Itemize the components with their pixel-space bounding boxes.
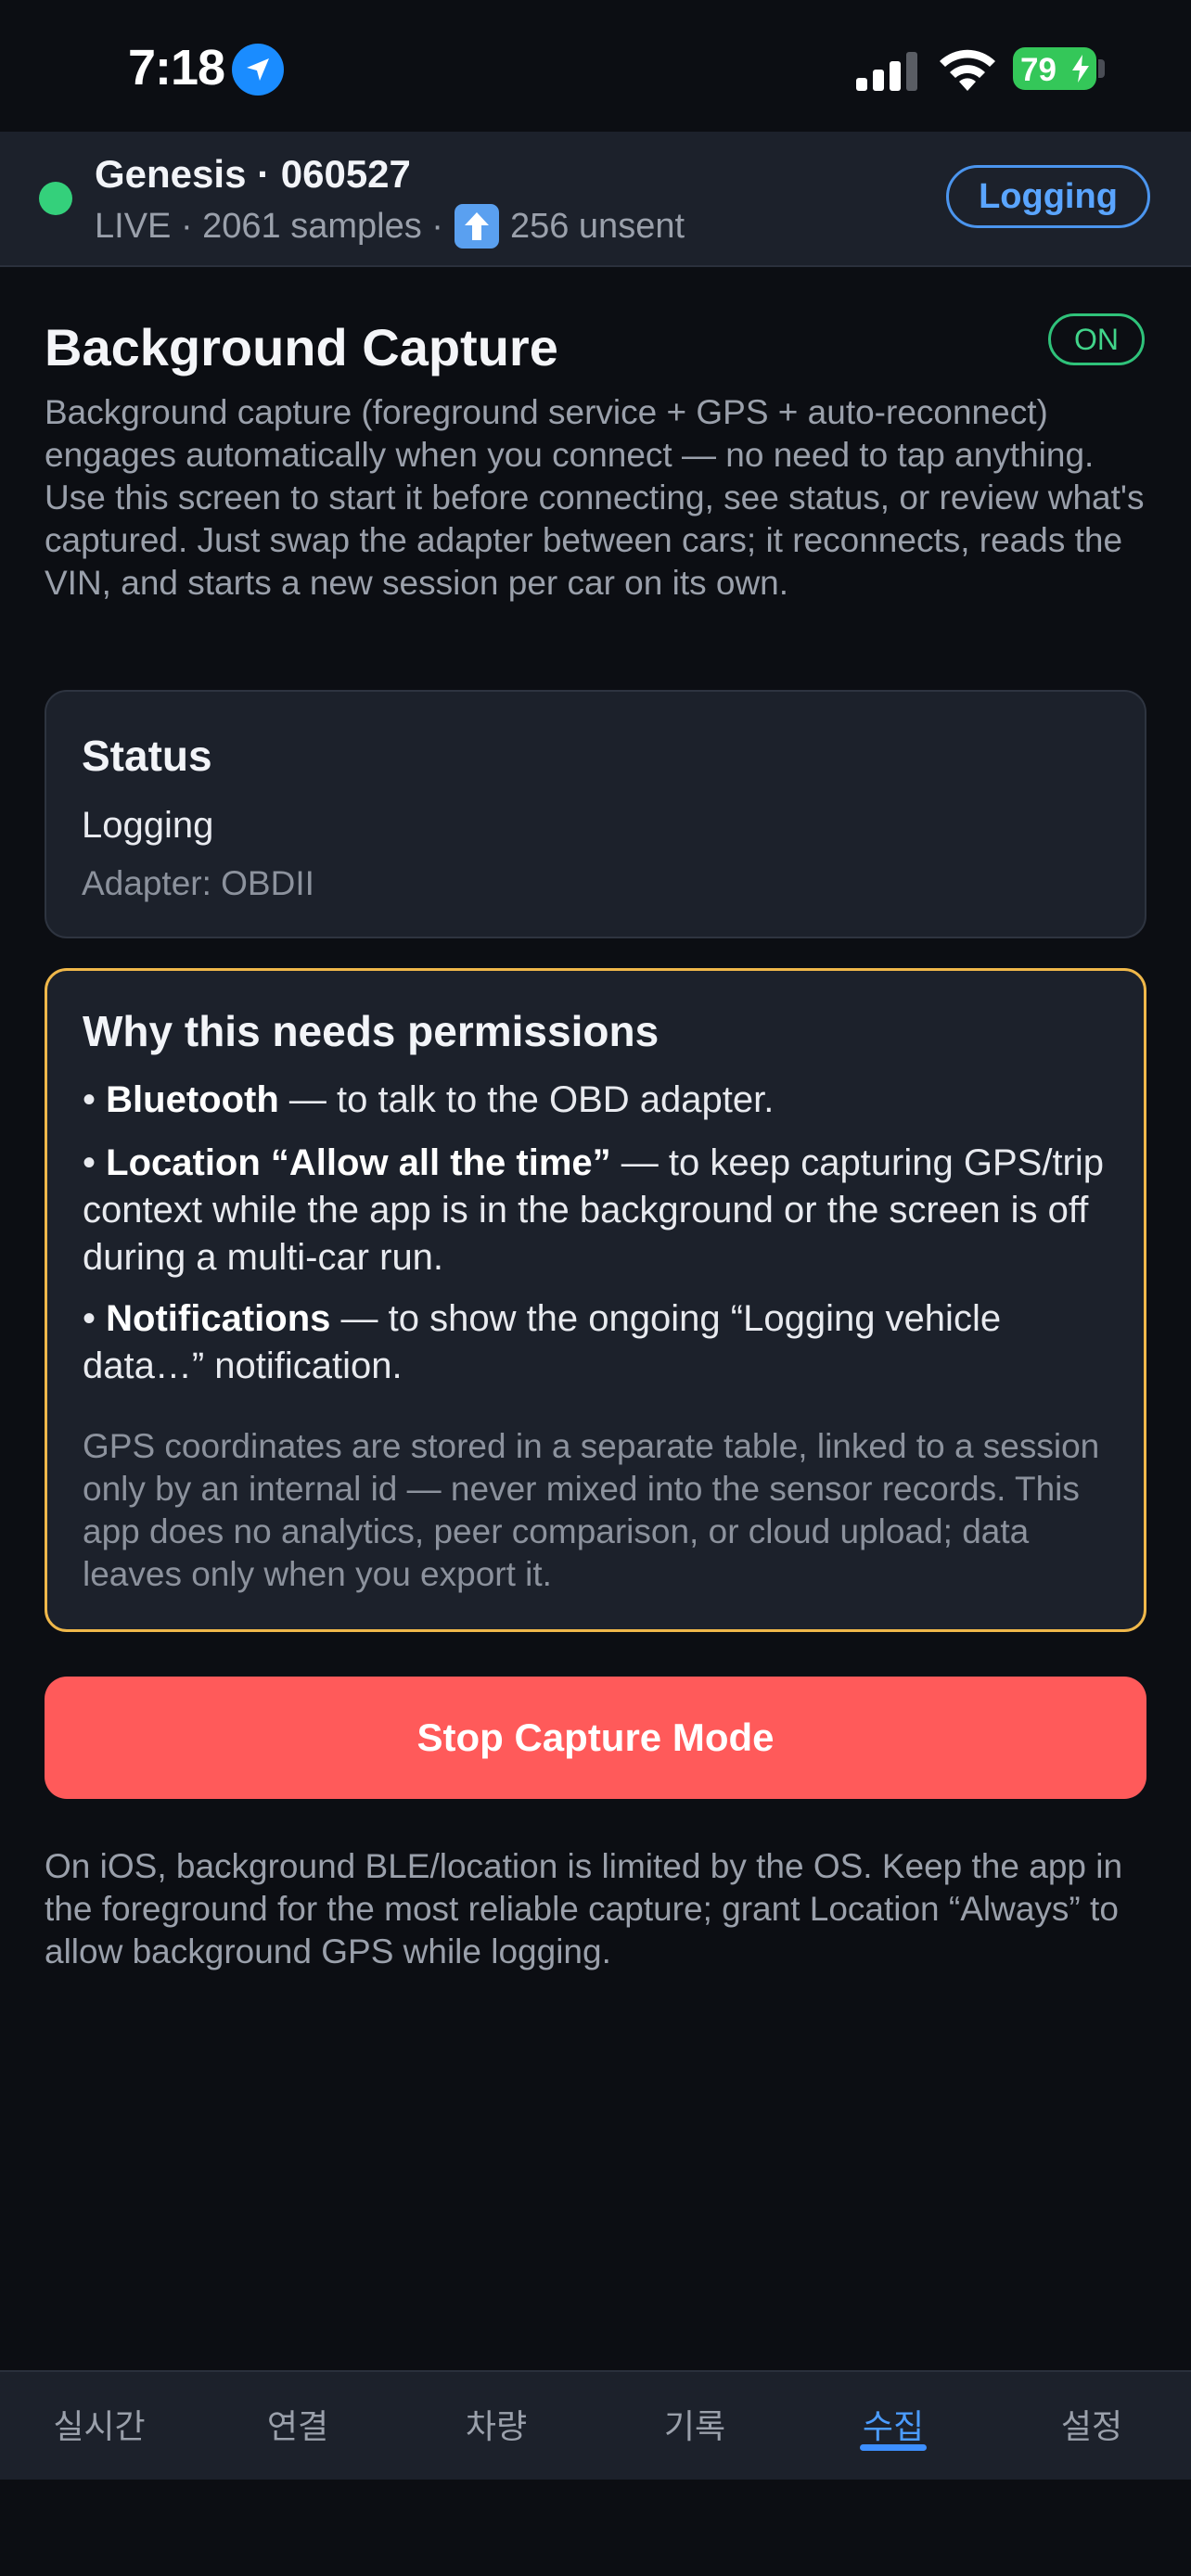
connection-status-dot (39, 182, 72, 215)
unsent-count: 256 unsent (509, 206, 685, 246)
tab-history[interactable]: 기록 (596, 2400, 794, 2448)
stop-capture-button[interactable]: Stop Capture Mode (45, 1677, 1146, 1799)
connection-header: Genesis · 060527 LIVE · 2061 samples · 2… (0, 132, 1191, 267)
home-indicator-area (0, 2480, 1191, 2576)
status-card: Status Logging Adapter: OBDII (45, 690, 1146, 938)
tab-vehicle[interactable]: 차량 (397, 2400, 596, 2448)
tab-connection[interactable]: 연결 (198, 2400, 397, 2448)
live-sample-count: LIVE · 2061 samples · (95, 206, 443, 246)
permission-name: Notifications (106, 1298, 331, 1339)
bottom-tab-bar: 실시간 연결 차량 기록 수집 설정 (0, 2370, 1191, 2480)
status-bar: 7:18 79 (0, 0, 1191, 132)
status-value: Logging (82, 805, 214, 846)
permission-desc: — to talk to the OBD adapter. (278, 1079, 775, 1120)
battery-level: 79 (1020, 52, 1057, 88)
connection-subtitle: LIVE · 2061 samples · 256 unsent (95, 204, 685, 249)
permissions-title: Why this needs permissions (83, 1007, 660, 1055)
permission-name: Location “Allow all the time” (106, 1142, 611, 1183)
ios-limitation-note: On iOS, background BLE/location is limit… (45, 1847, 1123, 1970)
permission-item-location: • Location “Allow all the time” — to kee… (83, 1142, 1105, 1278)
intro-text: Background capture (foreground service +… (45, 393, 1145, 602)
privacy-note: GPS coordinates are stored in a separate… (83, 1427, 1100, 1593)
battery-tip (1098, 59, 1105, 78)
status-card-title: Status (82, 732, 212, 780)
battery-charging-icon: 79 (1013, 47, 1096, 90)
vehicle-title: Genesis · 060527 (95, 152, 411, 196)
status-badge: ON (1048, 313, 1145, 365)
permissions-card: Why this needs permissions • Bluetooth —… (45, 968, 1146, 1632)
location-arrow-icon (232, 44, 284, 96)
page-title: Background Capture (45, 318, 558, 376)
tab-settings[interactable]: 설정 (992, 2400, 1191, 2448)
permission-item-notifications: • Notifications — to show the ongoing “L… (83, 1298, 1002, 1386)
permission-name: Bluetooth (106, 1079, 279, 1120)
tab-capture[interactable]: 수집 (794, 2400, 992, 2448)
tab-live[interactable]: 실시간 (0, 2400, 198, 2448)
adapter-label: Adapter: OBDII (82, 864, 314, 902)
wifi-icon (940, 49, 995, 91)
cellular-signal-icon (856, 52, 917, 91)
clock: 7:18 (128, 40, 225, 96)
upload-icon (454, 204, 499, 249)
logging-mode-pill[interactable]: Logging (946, 165, 1150, 228)
permission-item-bluetooth: • Bluetooth — to talk to the OBD adapter… (83, 1079, 775, 1120)
bolt-icon (1072, 55, 1089, 83)
active-tab-indicator (860, 2444, 927, 2451)
